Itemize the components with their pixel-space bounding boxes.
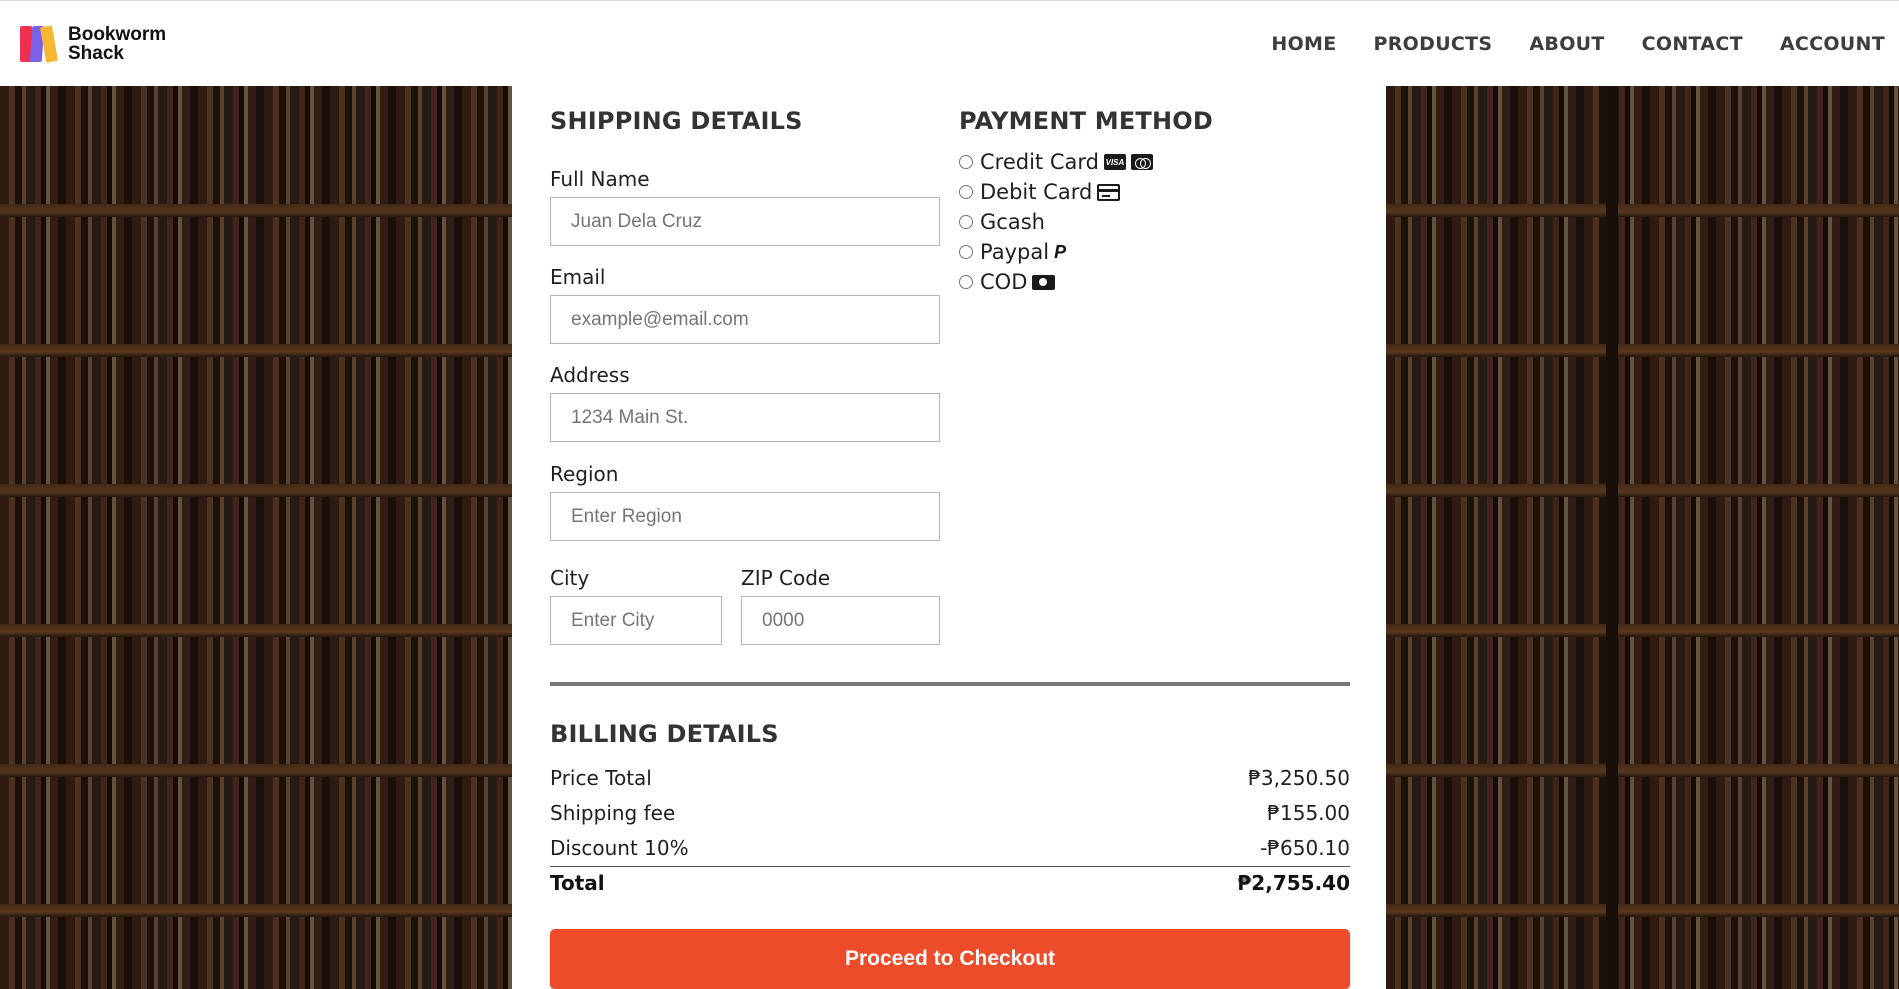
- logo-text: Bookworm Shack: [68, 25, 166, 63]
- address-label: Address: [550, 363, 630, 387]
- city-input[interactable]: [550, 596, 722, 645]
- payment-option-gcash[interactable]: Gcash: [959, 210, 1045, 234]
- payment-method-title: PAYMENT METHOD: [959, 107, 1213, 135]
- paypal-radio[interactable]: [959, 245, 973, 259]
- billing-total-label: Total: [550, 871, 605, 895]
- bookshelf-background-right: [1386, 86, 1899, 989]
- billing-row-price-total: Price Total ₱3,250.50: [550, 766, 1350, 790]
- section-divider: [550, 682, 1350, 686]
- full-name-input[interactable]: [550, 197, 940, 246]
- credit-card-icon: [1097, 183, 1121, 201]
- nav-contact[interactable]: CONTACT: [1642, 33, 1743, 55]
- main-nav: HOME PRODUCTS ABOUT CONTACT ACCOUNT: [1234, 33, 1885, 55]
- billing-row-value: -₱650.10: [1260, 836, 1350, 860]
- full-name-label: Full Name: [550, 167, 650, 191]
- debit-card-radio[interactable]: [959, 185, 973, 199]
- payment-option-paypal[interactable]: Paypal P: [959, 240, 1066, 264]
- billing-row-label: Discount 10%: [550, 836, 689, 860]
- checkout-panel: SHIPPING DETAILS Full Name Email Address…: [512, 86, 1386, 989]
- billing-row-value: ₱3,250.50: [1248, 766, 1350, 790]
- billing-row-label: Shipping fee: [550, 801, 676, 825]
- logo-text-line1: Bookworm: [68, 23, 167, 45]
- proceed-to-checkout-button[interactable]: Proceed to Checkout: [550, 929, 1350, 989]
- shipping-details-title: SHIPPING DETAILS: [550, 107, 803, 135]
- cod-label: COD: [980, 270, 1028, 294]
- paypal-icon: P: [1054, 241, 1067, 262]
- visa-icon: VISA: [1103, 154, 1126, 170]
- region-label: Region: [550, 462, 619, 486]
- nav-home[interactable]: HOME: [1271, 33, 1336, 55]
- city-label: City: [550, 566, 590, 590]
- zip-code-input[interactable]: [741, 596, 940, 645]
- paypal-label: Paypal: [980, 240, 1050, 264]
- billing-row-total: Total ₱2,755.40: [550, 871, 1350, 895]
- logo-text-line2: Shack: [68, 42, 124, 64]
- nav-account[interactable]: ACCOUNT: [1780, 33, 1885, 55]
- bookshelf-background-left: [0, 86, 512, 989]
- cod-radio[interactable]: [959, 275, 973, 289]
- billing-row-value: ₱155.00: [1267, 801, 1350, 825]
- cash-icon: [1032, 274, 1056, 290]
- billing-total-divider: [550, 866, 1350, 867]
- billing-row-discount: Discount 10% -₱650.10: [550, 836, 1350, 860]
- gcash-radio[interactable]: [959, 215, 973, 229]
- payment-option-credit-card[interactable]: Credit Card VISA: [959, 150, 1153, 174]
- payment-option-debit-card[interactable]: Debit Card: [959, 180, 1121, 204]
- logo[interactable]: Bookworm Shack: [20, 25, 166, 63]
- nav-products[interactable]: PRODUCTS: [1374, 33, 1493, 55]
- credit-card-label: Credit Card: [980, 150, 1099, 174]
- billing-row-label: Price Total: [550, 766, 652, 790]
- region-input[interactable]: [550, 492, 940, 541]
- logo-icon: [20, 24, 59, 63]
- zip-code-label: ZIP Code: [741, 566, 831, 590]
- address-input[interactable]: [550, 393, 940, 442]
- nav-about[interactable]: ABOUT: [1529, 33, 1604, 55]
- gcash-label: Gcash: [980, 210, 1045, 234]
- site-header: Bookworm Shack HOME PRODUCTS ABOUT CONTA…: [0, 0, 1899, 86]
- billing-details-title: BILLING DETAILS: [550, 720, 779, 748]
- billing-total-value: ₱2,755.40: [1237, 871, 1350, 895]
- payment-option-cod[interactable]: COD: [959, 270, 1056, 294]
- debit-card-label: Debit Card: [980, 180, 1093, 204]
- credit-card-radio[interactable]: [959, 155, 973, 169]
- email-input[interactable]: [550, 295, 940, 344]
- billing-row-shipping-fee: Shipping fee ₱155.00: [550, 801, 1350, 825]
- email-label: Email: [550, 265, 606, 289]
- mastercard-icon: [1130, 154, 1153, 170]
